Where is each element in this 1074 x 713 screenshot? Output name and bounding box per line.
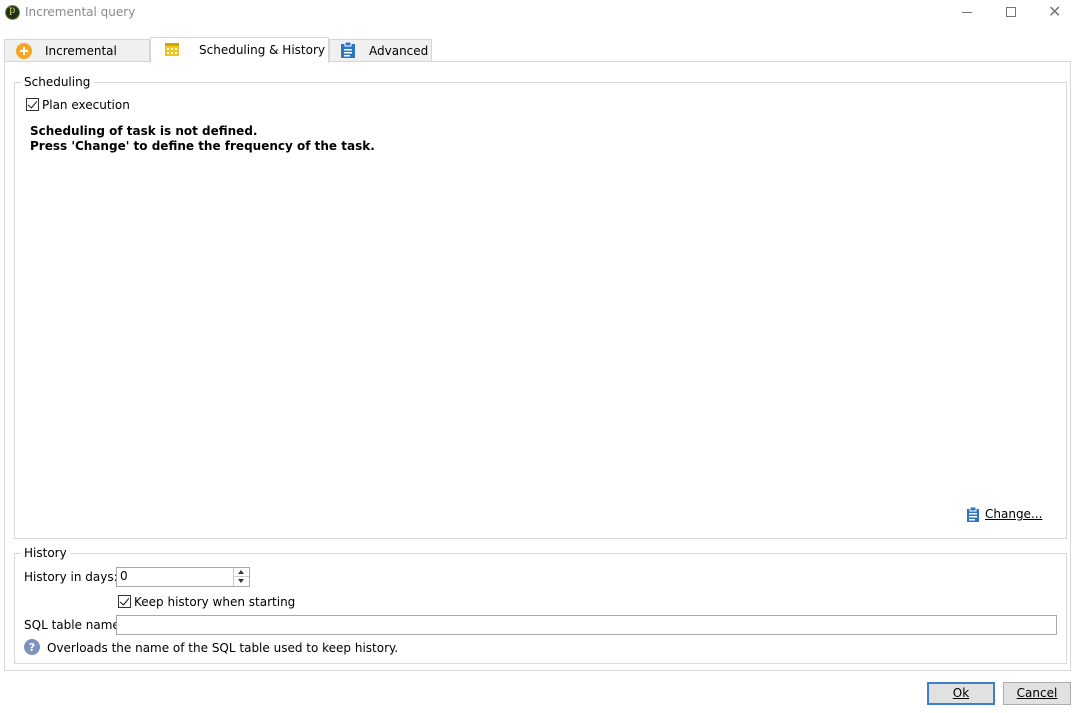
change-label: Change... bbox=[985, 507, 1043, 521]
sql-table-input[interactable] bbox=[116, 615, 1057, 635]
title-bar: p Incremental query ✕ bbox=[0, 0, 1074, 28]
checkmark-icon bbox=[27, 98, 38, 109]
spin-buttons bbox=[233, 568, 249, 586]
tab-panel: Scheduling Plan execution Scheduling of … bbox=[4, 61, 1071, 671]
maximize-button[interactable] bbox=[988, 0, 1034, 28]
history-legend: History bbox=[21, 546, 70, 560]
schedule-message-line2: Press 'Change' to define the frequency o… bbox=[30, 139, 375, 153]
window-title: Incremental query bbox=[25, 5, 136, 19]
tab-strip: Incremental query Scheduling & History A… bbox=[4, 37, 1070, 72]
cancel-button[interactable]: Cancel bbox=[1003, 682, 1071, 705]
plan-execution-label: Plan execution bbox=[42, 98, 130, 112]
arrow-down-icon bbox=[238, 579, 244, 583]
history-days-label: History in days: bbox=[24, 570, 118, 584]
cancel-label: Cancel bbox=[1016, 686, 1058, 700]
scheduling-legend: Scheduling bbox=[21, 75, 94, 89]
arrow-up-icon bbox=[238, 570, 244, 574]
clipboard-icon bbox=[341, 42, 355, 58]
app-logo-icon: p bbox=[5, 5, 20, 20]
clipboard-icon bbox=[967, 507, 979, 522]
ok-button[interactable]: Ok bbox=[927, 682, 995, 705]
help-icon: ? bbox=[24, 639, 40, 655]
minimize-button[interactable] bbox=[944, 0, 990, 28]
checkmark-icon bbox=[119, 595, 130, 606]
change-button[interactable]: Change... bbox=[966, 506, 1042, 524]
ok-label: Ok bbox=[952, 686, 970, 700]
tab-scheduling-history[interactable]: Scheduling & History bbox=[150, 37, 329, 63]
close-icon: ✕ bbox=[1048, 2, 1062, 21]
history-days-stepper[interactable]: 0 bbox=[116, 567, 250, 587]
tab-label: Advanced bbox=[369, 44, 429, 58]
tab-advanced[interactable]: Advanced bbox=[329, 39, 432, 62]
minimize-icon bbox=[962, 12, 972, 13]
svg-text:?: ? bbox=[29, 641, 35, 654]
tab-label: Scheduling & History bbox=[199, 43, 325, 57]
spin-down-button[interactable] bbox=[234, 577, 249, 586]
spin-up-button[interactable] bbox=[234, 568, 249, 577]
maximize-icon bbox=[1006, 7, 1016, 17]
keep-history-checkbox[interactable] bbox=[118, 595, 131, 608]
plan-execution-checkbox[interactable] bbox=[26, 98, 39, 111]
close-button[interactable]: ✕ bbox=[1033, 0, 1074, 28]
schedule-message-line1: Scheduling of task is not defined. bbox=[30, 124, 258, 138]
calendar-icon bbox=[165, 43, 179, 56]
plus-circle-icon bbox=[16, 43, 32, 59]
history-info-text: Overloads the name of the SQL table used… bbox=[47, 641, 399, 655]
sql-table-label: SQL table name: bbox=[24, 618, 124, 632]
history-days-value: 0 bbox=[120, 569, 128, 583]
keep-history-label: Keep history when starting bbox=[134, 595, 296, 609]
tab-incremental-query[interactable]: Incremental query bbox=[4, 39, 150, 72]
